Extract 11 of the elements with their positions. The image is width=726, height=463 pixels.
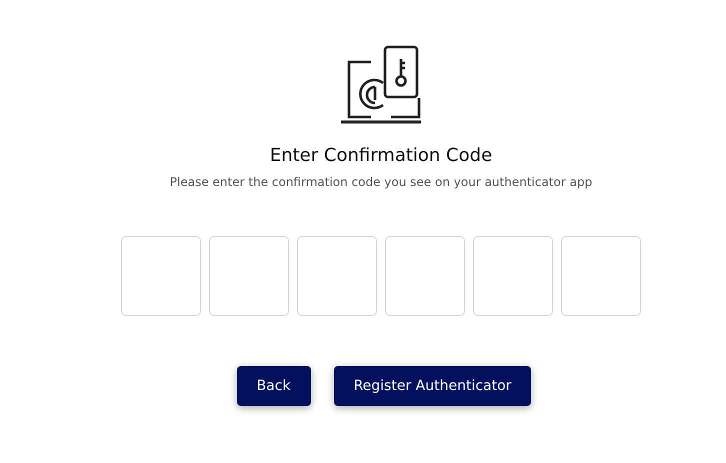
page-title: Enter Confirmation Code — [270, 144, 492, 168]
code-digit-field[interactable] — [209, 236, 289, 316]
code-digit-field[interactable] — [473, 236, 553, 316]
code-digit-field[interactable] — [297, 236, 377, 316]
action-button[interactable]: Register Authenticator — [334, 366, 532, 406]
code-digit-field[interactable] — [121, 236, 201, 316]
action-button[interactable]: Back — [236, 366, 311, 406]
authenticator-icon — [339, 45, 423, 125]
code-digit-field[interactable] — [561, 236, 641, 316]
instruction-text: Please enter the confirmation code you see on your authenticator app — [170, 174, 592, 190]
code-digit-field[interactable] — [385, 236, 465, 316]
